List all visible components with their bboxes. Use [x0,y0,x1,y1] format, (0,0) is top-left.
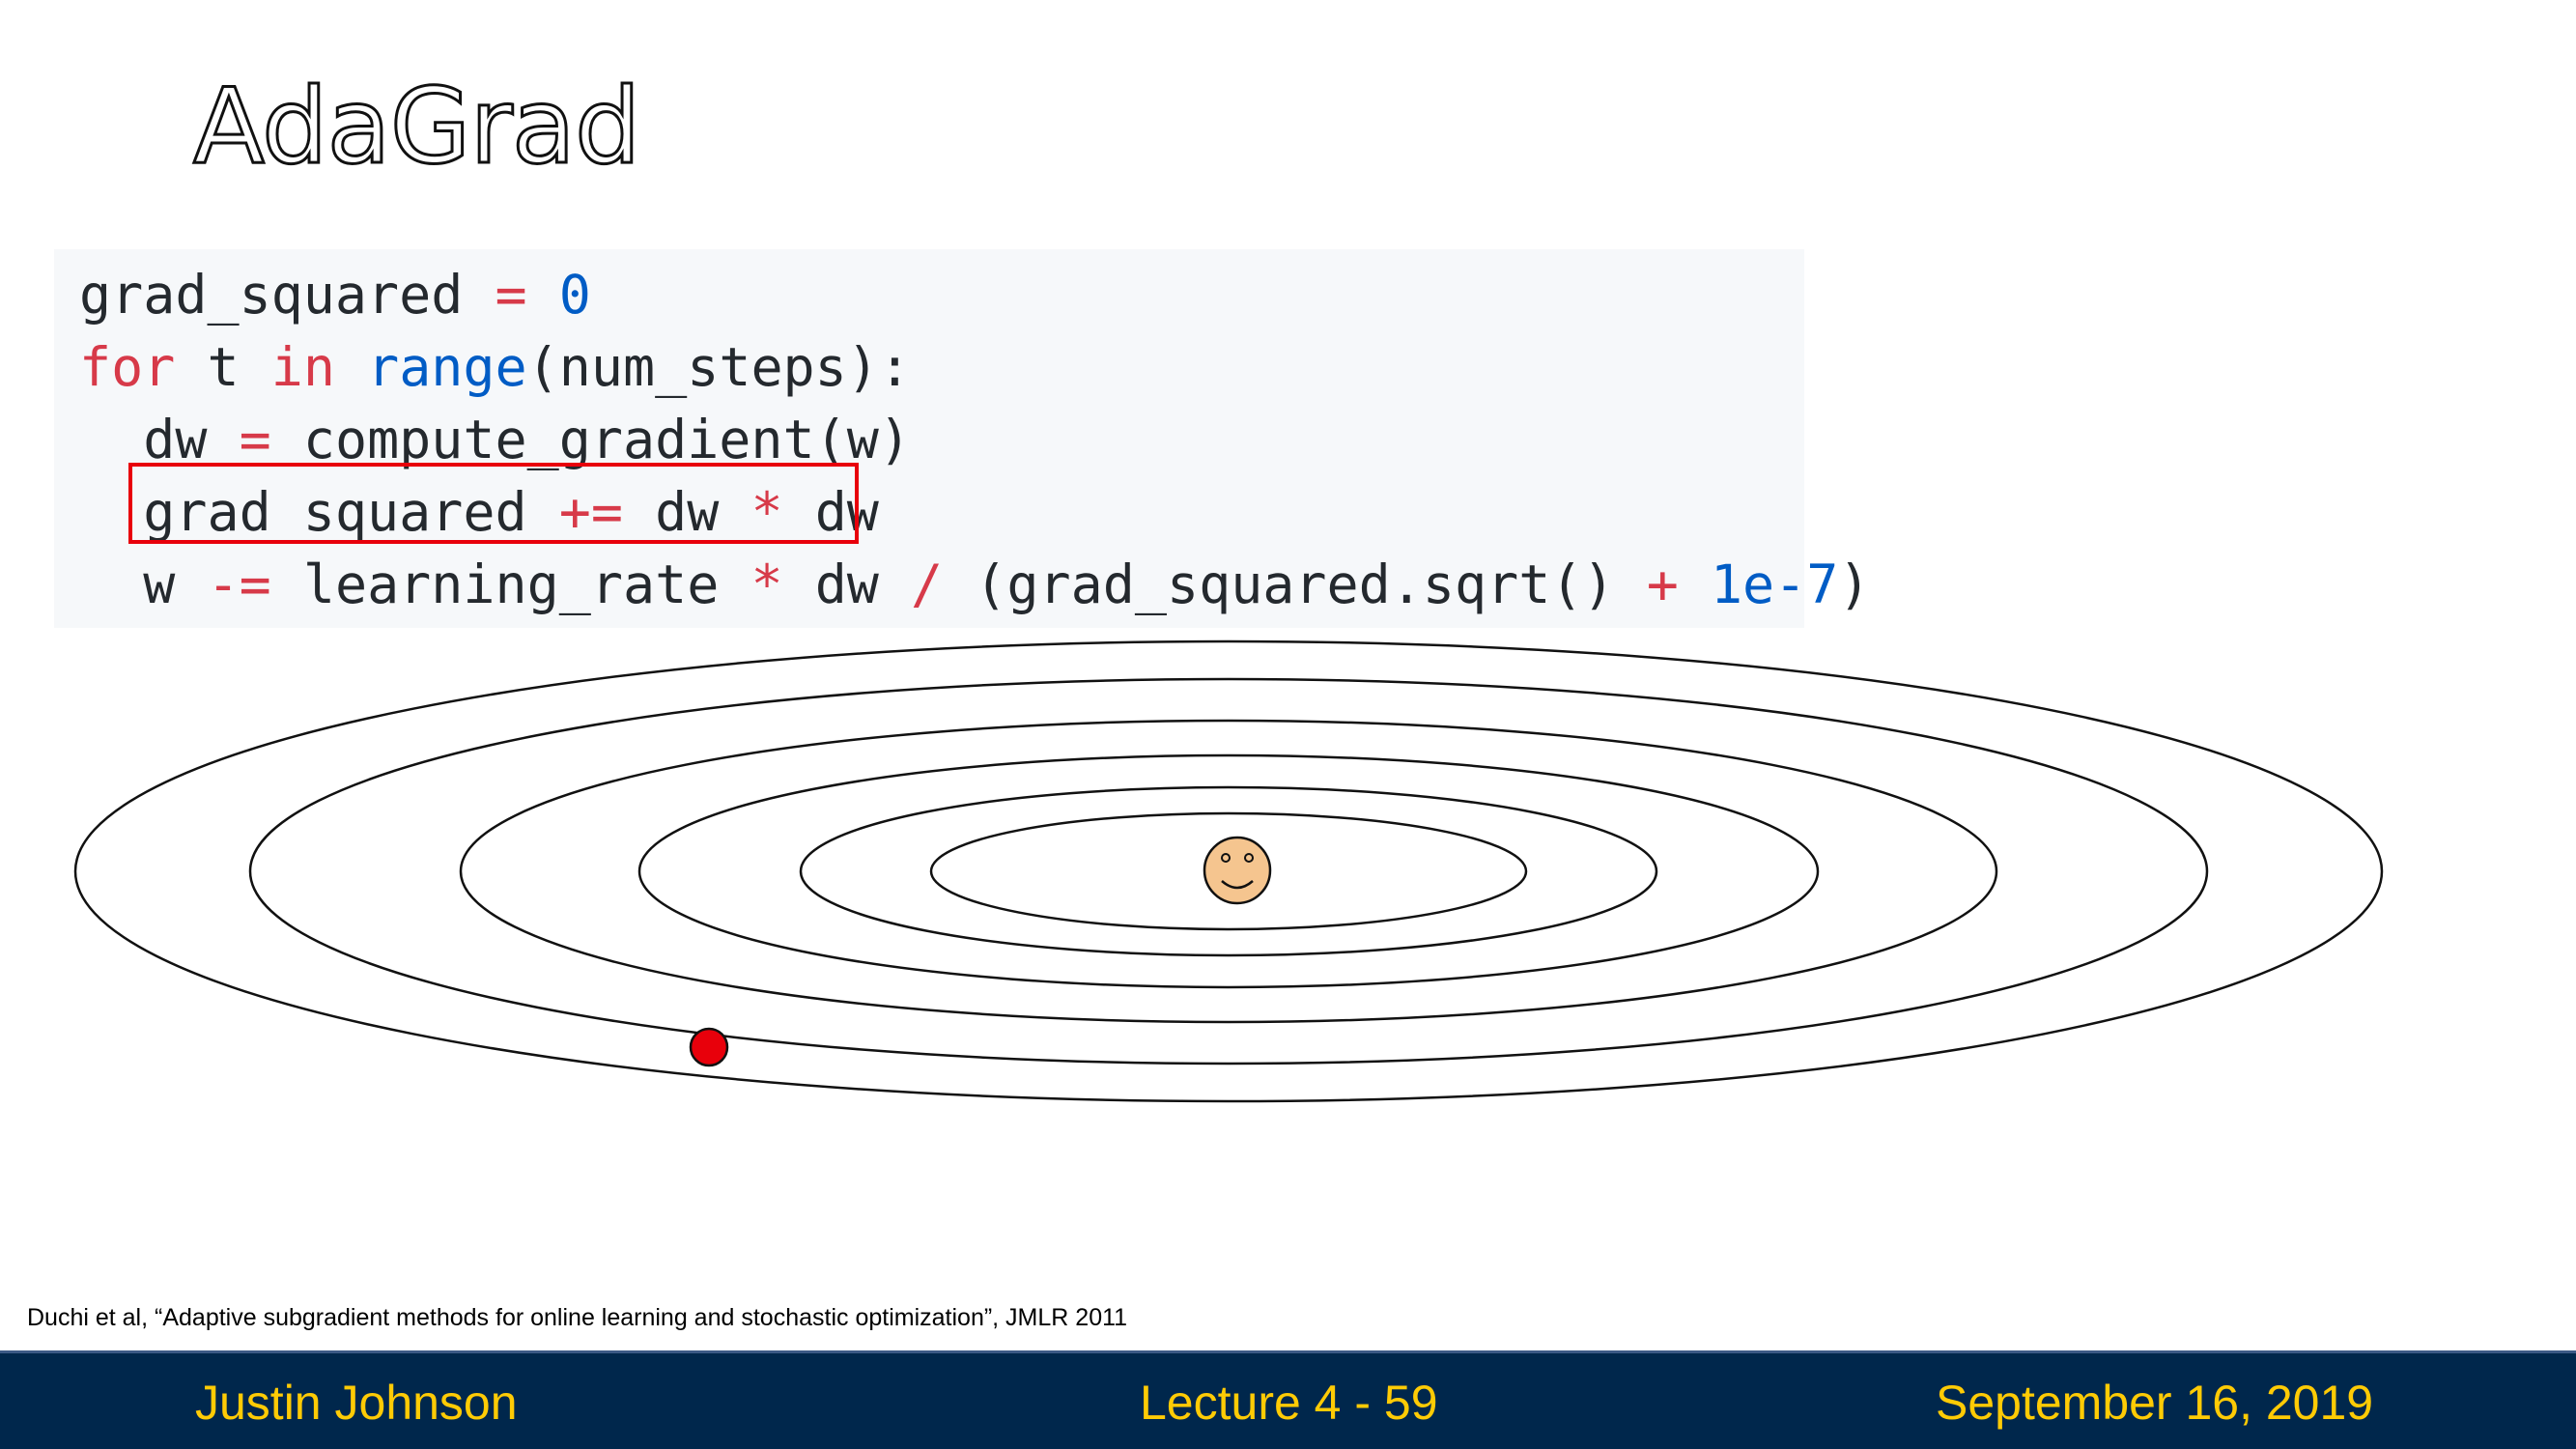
loss-contour-illustration [73,639,2384,1103]
citation: Duchi et al, “Adaptive subgradient metho… [27,1304,1128,1331]
footer-author: Justin Johnson [195,1376,518,1430]
current-point-marker [689,1027,729,1067]
footer-bar: Justin Johnson Lecture 4 - 59 September … [0,1350,2576,1449]
footer-date: September 16, 2019 [1936,1376,2374,1430]
smiley-face-icon [1203,836,1272,905]
footer-lecture: Lecture 4 - 59 [1140,1376,1438,1430]
